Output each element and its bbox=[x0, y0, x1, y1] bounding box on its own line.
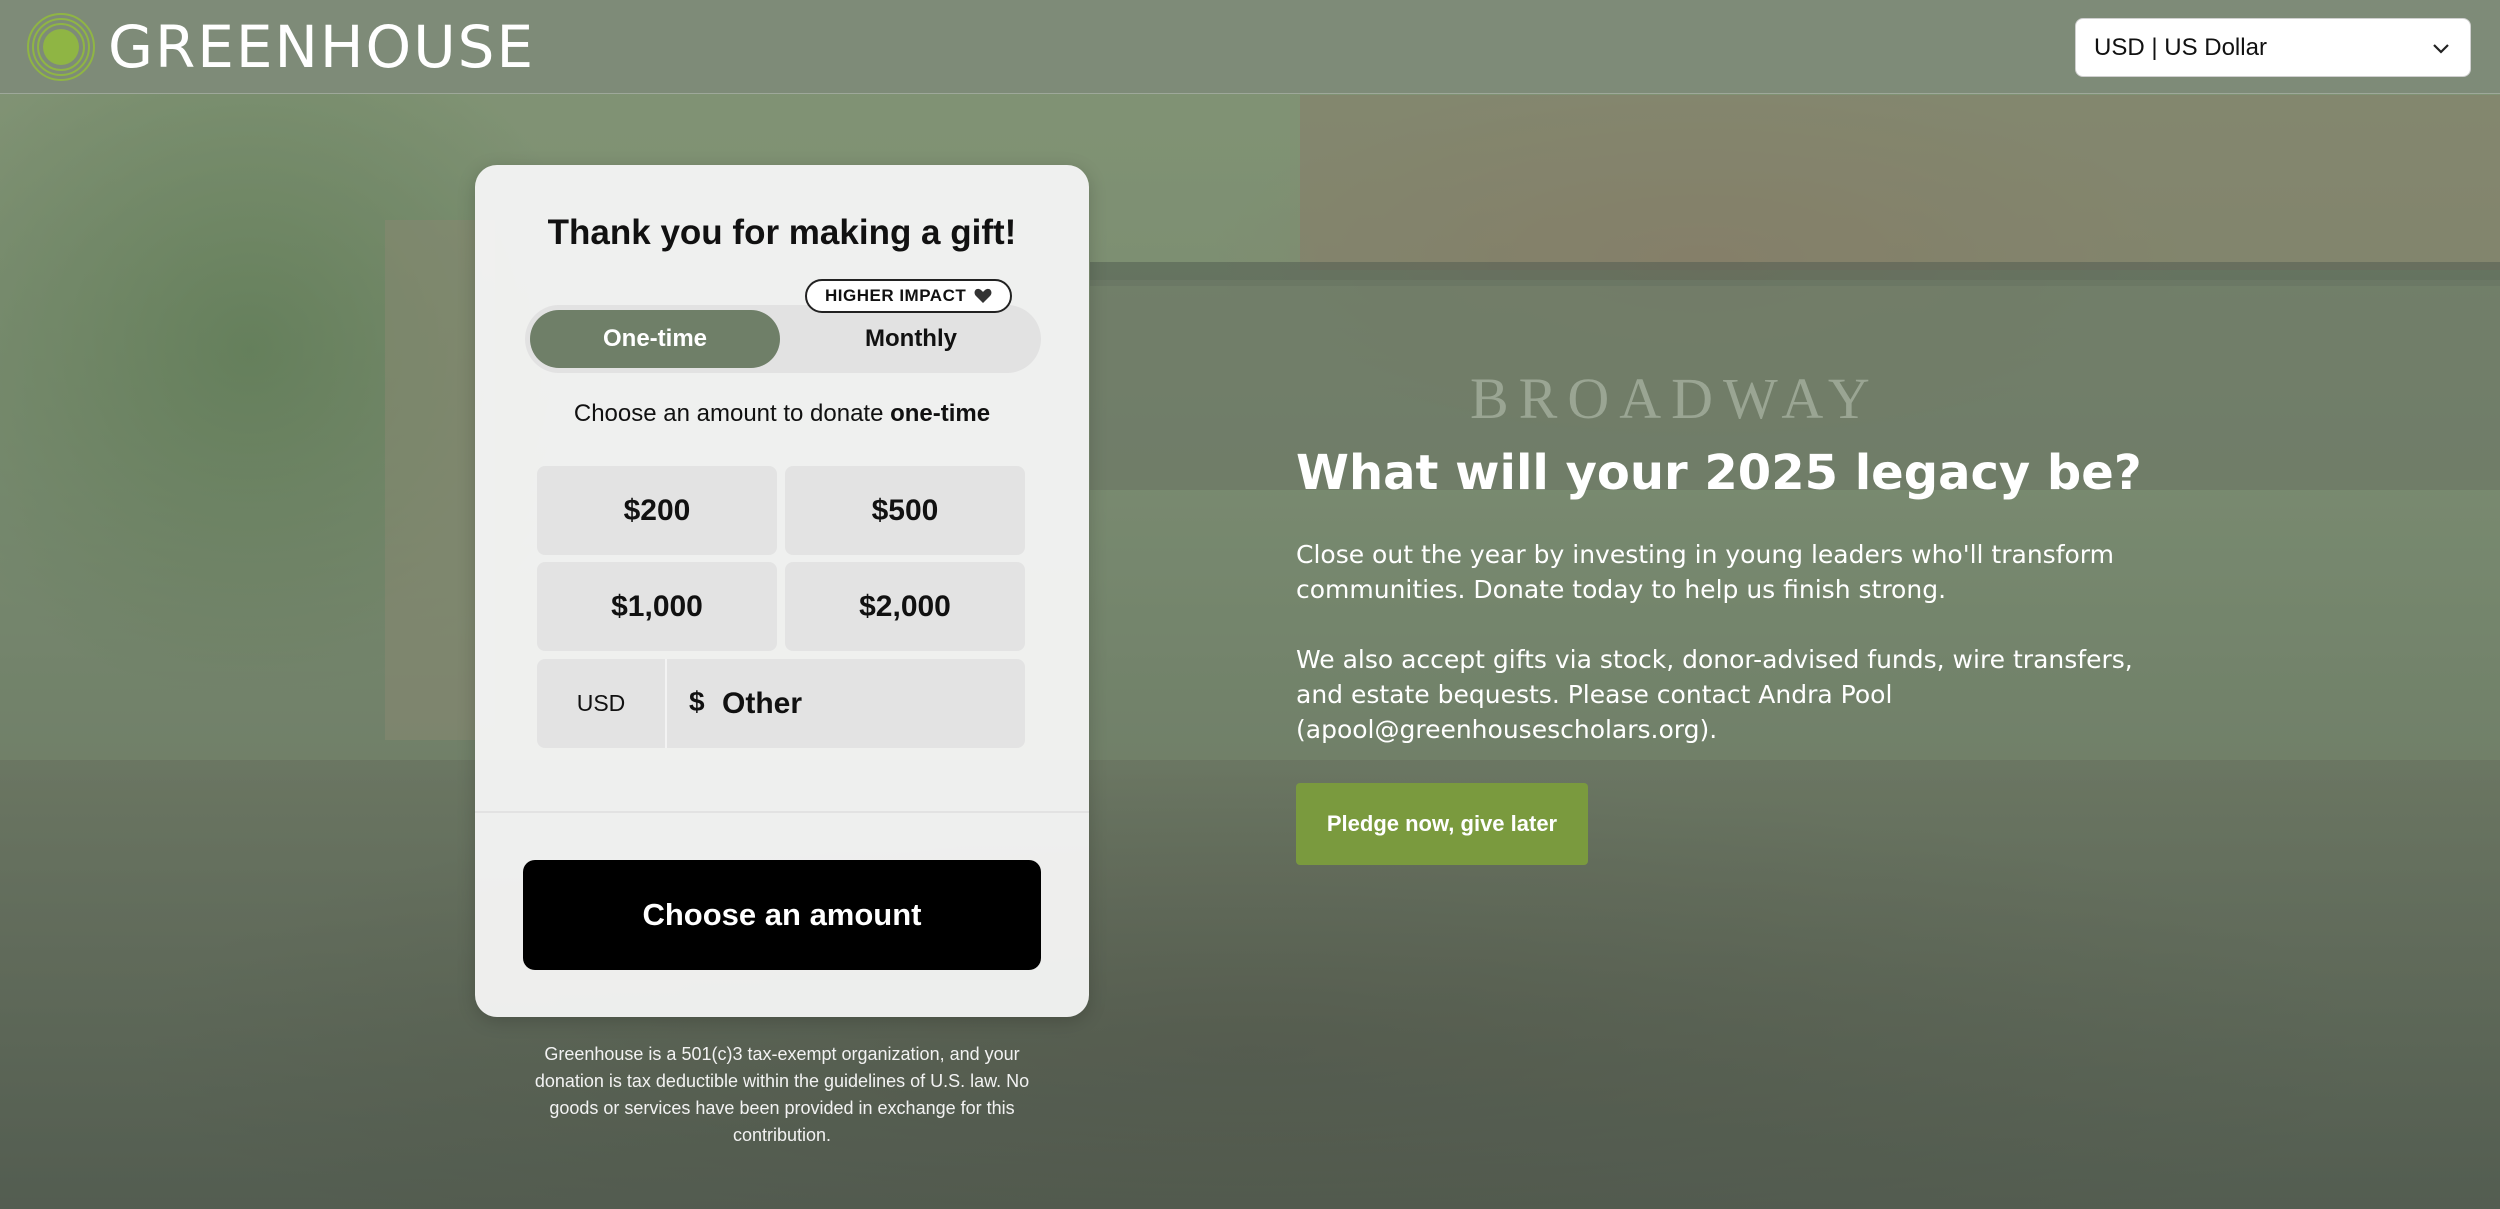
higher-impact-label: HIGHER IMPACT bbox=[825, 286, 967, 305]
choose-amount-text: Choose an amount to donate one-time bbox=[475, 400, 1089, 428]
other-currency-label[interactable]: USD bbox=[537, 659, 667, 748]
other-amount-row: USD $ bbox=[537, 659, 1025, 748]
choose-amount-prefix: Choose an amount to donate bbox=[573, 400, 891, 427]
monthly-tab[interactable]: Monthly bbox=[786, 310, 1036, 368]
chevron-down-icon bbox=[2433, 44, 2449, 54]
amount-button-200[interactable]: $200 bbox=[537, 466, 777, 555]
dollar-sign: $ bbox=[689, 686, 705, 717]
legacy-paragraph-2: We also accept gifts via stock, donor-ad… bbox=[1296, 645, 2133, 744]
one-time-tab[interactable]: One-time bbox=[530, 310, 780, 368]
heart-icon bbox=[974, 288, 992, 303]
donation-card: Thank you for making a gift! One-time Mo… bbox=[475, 165, 1089, 1017]
other-amount-input[interactable] bbox=[722, 676, 1002, 732]
currency-select-value: USD | US Dollar bbox=[2094, 33, 2267, 61]
site-header: GREENHOUSE USD | US Dollar bbox=[0, 0, 2500, 94]
legacy-heading: What will your 2025 legacy be? bbox=[1296, 445, 2142, 501]
frequency-toggle: One-time Monthly bbox=[525, 305, 1041, 373]
greenhouse-logo[interactable]: GREENHOUSE bbox=[26, 12, 535, 82]
higher-impact-badge: HIGHER IMPACT bbox=[805, 279, 1013, 313]
logo-text: GREENHOUSE bbox=[108, 13, 536, 81]
legacy-paragraph-1: Close out the year by investing in young… bbox=[1296, 540, 2114, 604]
card-divider bbox=[475, 811, 1089, 813]
choose-amount-button[interactable]: Choose an amount bbox=[523, 860, 1041, 970]
amount-button-1000[interactable]: $1,000 bbox=[537, 562, 777, 651]
choose-amount-frequency: one-time bbox=[890, 400, 991, 427]
greenhouse-logo-icon bbox=[27, 13, 95, 81]
amount-button-500[interactable]: $500 bbox=[785, 466, 1025, 555]
tax-disclaimer: Greenhouse is a 501(c)3 tax-exempt organ… bbox=[534, 1044, 1030, 1145]
currency-select[interactable]: USD | US Dollar bbox=[2075, 18, 2471, 77]
amount-button-2000[interactable]: $2,000 bbox=[785, 562, 1025, 651]
pledge-now-button[interactable]: Pledge now, give later bbox=[1296, 783, 1588, 865]
card-title: Thank you for making a gift! bbox=[547, 213, 1017, 252]
